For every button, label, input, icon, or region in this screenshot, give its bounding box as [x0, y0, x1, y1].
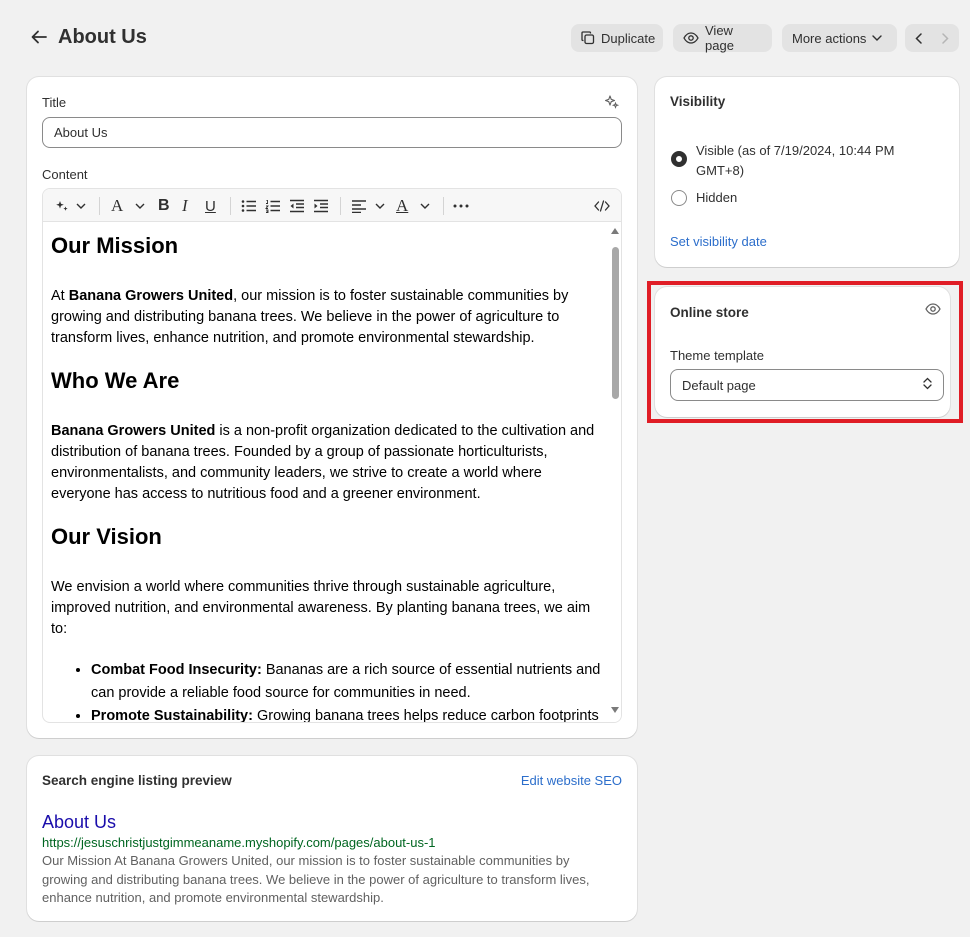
who-heading: Who We Are — [51, 368, 180, 393]
toolbar-divider — [443, 197, 444, 215]
page-title: About Us — [58, 26, 147, 48]
toolbar-divider — [230, 197, 231, 215]
title-input[interactable]: About Us — [42, 117, 622, 148]
more-actions-label: More actions — [792, 30, 867, 46]
chevron-down-icon[interactable] — [135, 196, 145, 216]
edit-seo-link[interactable]: Edit website SEO — [521, 773, 622, 788]
select-chevron-icon — [923, 377, 932, 393]
theme-template-select[interactable]: Default page — [670, 369, 944, 401]
rich-text-editor: A B I U A Our Mission At Banana Growers … — [42, 188, 622, 723]
vision-list: Combat Food Insecurity: Bananas are a ri… — [91, 659, 601, 722]
list-item: Promote Sustainability: Growing banana t… — [91, 705, 601, 722]
scroll-up-icon[interactable] — [611, 228, 619, 234]
text-color-icon[interactable]: A — [396, 196, 408, 216]
more-options-icon[interactable] — [453, 196, 469, 216]
online-store-heading: Online store — [670, 305, 749, 320]
seo-heading: Search engine listing preview — [42, 773, 232, 788]
eye-icon[interactable] — [925, 303, 941, 318]
view-page-button[interactable]: View page — [673, 23, 772, 53]
underline-icon[interactable]: U — [205, 196, 216, 216]
online-store-card: Online store Theme template Default page — [655, 287, 950, 417]
chevron-down-icon[interactable] — [76, 196, 86, 216]
visibility-card: Visibility Visible (as of 7/19/2024, 10:… — [655, 77, 959, 267]
scrollbar-thumb[interactable] — [612, 247, 619, 399]
visibility-heading: Visibility — [670, 94, 726, 109]
theme-template-label: Theme template — [670, 348, 764, 363]
content-label: Content — [42, 167, 88, 182]
duplicate-button[interactable]: Duplicate — [571, 24, 663, 52]
theme-template-value: Default page — [682, 377, 756, 393]
vision-heading: Our Vision — [51, 524, 162, 549]
mission-heading: Our Mission — [51, 233, 179, 258]
bullet-list-icon[interactable] — [241, 196, 257, 216]
indent-icon[interactable] — [313, 196, 329, 216]
previous-page-icon[interactable] — [905, 24, 932, 52]
chevron-down-icon[interactable] — [375, 196, 385, 216]
hidden-option-label[interactable]: Hidden — [696, 190, 737, 205]
vision-paragraph: We envision a world where communities th… — [51, 579, 591, 637]
seo-title: About Us — [42, 812, 117, 832]
numbered-list-icon[interactable] — [265, 196, 281, 216]
list-item: Combat Food Insecurity: Bananas are a ri… — [91, 659, 601, 705]
page-navigation — [905, 24, 959, 52]
font-style-icon[interactable]: A — [111, 196, 123, 216]
chevron-down-icon[interactable] — [420, 196, 430, 216]
seo-preview-card: Search engine listing preview Edit websi… — [27, 756, 637, 921]
editor-scrollbar[interactable] — [609, 223, 621, 722]
back-arrow-icon[interactable] — [30, 28, 50, 48]
title-label: Title — [42, 95, 67, 110]
hidden-radio[interactable] — [671, 190, 687, 206]
who-paragraph: Banana Growers United is a non-profit or… — [51, 423, 595, 502]
view-page-label: View page — [705, 23, 734, 53]
page-editor-card: Title About Us Content A B I U A Our Mis… — [27, 77, 637, 738]
more-actions-button[interactable]: More actions — [782, 24, 897, 52]
page-header: About Us Duplicate View page More action… — [0, 0, 970, 76]
ai-sparkle-icon[interactable] — [604, 94, 620, 112]
eye-icon — [683, 32, 699, 44]
outdent-icon[interactable] — [289, 196, 305, 216]
seo-url: https://jesuschristjustgimmeaname.myshop… — [42, 835, 436, 850]
scroll-down-icon[interactable] — [611, 707, 619, 713]
duplicate-icon — [581, 31, 595, 45]
next-page-icon[interactable] — [932, 24, 959, 52]
chevron-down-icon — [872, 35, 883, 41]
duplicate-label: Duplicate — [601, 30, 656, 46]
italic-icon[interactable]: I — [182, 196, 188, 216]
bold-icon[interactable]: B — [158, 196, 170, 216]
editor-toolbar: A B I U A — [43, 189, 621, 222]
editor-content[interactable]: Our Mission At Banana Growers United, ou… — [43, 223, 609, 722]
toolbar-divider — [340, 197, 341, 215]
visible-option-label[interactable]: Visible (as of 7/19/2024, 10:44 PM GMT+8… — [696, 141, 936, 181]
align-icon[interactable] — [351, 196, 367, 216]
visible-radio[interactable] — [671, 151, 687, 167]
toolbar-divider — [99, 197, 100, 215]
seo-description: Our Mission At Banana Growers United, ou… — [42, 853, 590, 905]
set-visibility-date-link[interactable]: Set visibility date — [670, 234, 767, 249]
code-view-icon[interactable] — [594, 196, 610, 216]
mission-paragraph: At Banana Growers United, our mission is… — [51, 288, 569, 346]
ai-generate-icon[interactable] — [55, 196, 71, 216]
